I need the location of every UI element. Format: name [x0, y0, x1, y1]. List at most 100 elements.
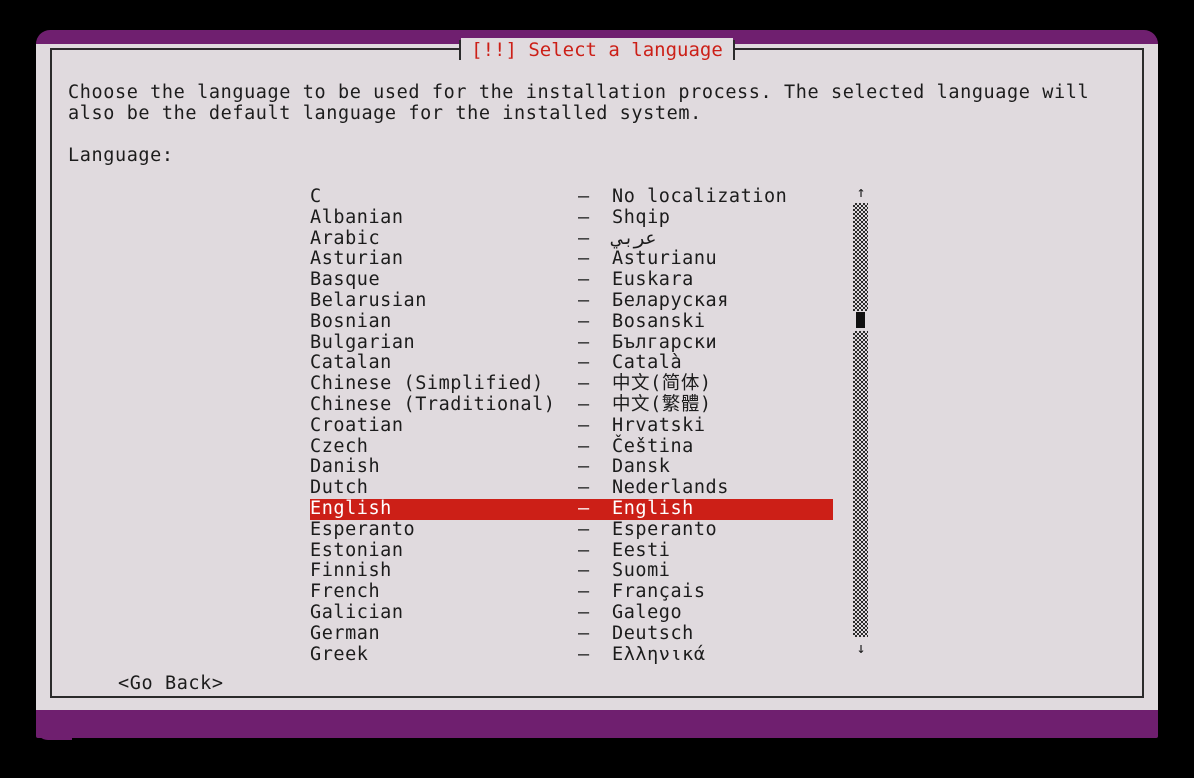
language-separator: –: [578, 373, 590, 395]
language-separator: –: [578, 414, 590, 436]
language-native-name: Български: [612, 331, 718, 353]
language-separator: –: [578, 206, 590, 228]
scrollbar-thumb[interactable]: [856, 312, 865, 328]
language-name: French: [310, 581, 381, 603]
language-native-name: No localization: [612, 186, 788, 207]
language-list-item[interactable]: Basque – Euskara: [310, 269, 870, 291]
language-name: English: [310, 497, 392, 519]
language-separator: –: [578, 227, 590, 249]
language-native-name: Deutsch: [612, 622, 694, 644]
language-separator: –: [578, 456, 590, 478]
scroll-up-arrow-icon[interactable]: ↑: [854, 185, 868, 200]
language-separator: –: [578, 435, 590, 457]
language-separator: –: [578, 477, 590, 499]
language-separator: –: [578, 581, 590, 603]
language-separator: –: [578, 248, 590, 270]
language-separator: –: [578, 310, 590, 332]
language-native-name: English: [612, 497, 694, 519]
scrollbar-track-lower[interactable]: [853, 331, 868, 637]
language-list-item[interactable]: Galician – Galego: [310, 601, 870, 624]
language-native-name: Беларуская: [612, 289, 729, 311]
language-separator: –: [578, 393, 590, 415]
language-separator: –: [578, 331, 590, 353]
language-name: Bosnian: [310, 310, 392, 332]
language-name: Greek: [310, 643, 369, 665]
language-name: Chinese (Simplified): [310, 373, 544, 395]
language-list-item[interactable]: Arabic – عربي: [310, 227, 870, 250]
language-name: Basque: [310, 269, 381, 291]
language-native-name: Eesti: [612, 539, 671, 561]
language-list-item[interactable]: Chinese (Traditional) – 中文(繁體): [310, 393, 870, 416]
language-list-item[interactable]: Esperanto – Esperanto: [310, 518, 870, 541]
language-native-name: 中文(繁體): [612, 393, 712, 415]
language-native-name: Suomi: [612, 560, 671, 582]
scrollbar-track-upper[interactable]: [853, 203, 868, 311]
language-list-item[interactable]: Bulgarian – Български: [310, 331, 870, 354]
language-separator: –: [578, 186, 590, 207]
language-list[interactable]: C – No localization Albanian – Shqip Arabic – عر…: [310, 186, 870, 666]
language-separator: –: [578, 539, 590, 561]
language-native-name: Hrvatski: [612, 414, 706, 436]
language-list-item[interactable]: Albanian – Shqip: [310, 206, 870, 229]
language-separator: –: [578, 560, 590, 582]
language-name: Finnish: [310, 560, 392, 582]
language-separator: –: [578, 289, 590, 311]
language-name: Czech: [310, 435, 369, 457]
language-native-name: Asturianu: [612, 248, 718, 270]
language-list-item[interactable]: Croatian – Hrvatski: [310, 414, 870, 437]
language-name: C: [310, 186, 322, 207]
language-native-name: Bosanski: [612, 310, 706, 332]
language-list-item[interactable]: German – Deutsch: [310, 622, 870, 645]
language-name: Asturian: [310, 248, 404, 270]
language-list-item[interactable]: English – English: [310, 497, 833, 520]
language-list-item[interactable]: Greek – Ελληνικά: [310, 643, 870, 666]
list-scrollbar[interactable]: ↑ ↓: [853, 185, 869, 656]
language-list-item[interactable]: Dutch – Nederlands: [310, 477, 870, 499]
language-name: Croatian: [310, 414, 404, 436]
go-back-button[interactable]: <Go Back>: [118, 673, 224, 695]
language-separator: –: [578, 643, 590, 665]
language-name: Catalan: [310, 352, 392, 374]
language-list-item[interactable]: Belarusian – Беларуская: [310, 289, 870, 312]
language-native-name: عربي: [612, 227, 657, 249]
language-separator: –: [578, 497, 590, 519]
language-name: German: [310, 622, 381, 644]
language-list-item[interactable]: Catalan – Català: [310, 353, 870, 374]
language-native-name: Esperanto: [612, 518, 718, 540]
language-native-name: Čeština: [612, 435, 694, 457]
language-separator: –: [578, 352, 590, 374]
language-name: Esperanto: [310, 518, 416, 540]
scroll-down-arrow-icon[interactable]: ↓: [854, 641, 868, 656]
language-list-item[interactable]: Danish – Dansk: [310, 457, 870, 478]
language-list-item[interactable]: Finnish – Suomi: [310, 561, 870, 582]
intro-text-line-1: Choose the language to be used for the i…: [68, 82, 1090, 103]
language-list-item[interactable]: Czech – Čeština: [310, 435, 870, 458]
language-field-label: Language:: [68, 145, 174, 166]
language-native-name: Nederlands: [612, 477, 729, 499]
language-separator: –: [578, 601, 590, 623]
language-list-item[interactable]: Asturian – Asturianu: [310, 249, 870, 270]
language-name: Dutch: [310, 477, 369, 499]
language-native-name: Català: [612, 352, 683, 374]
language-name: Albanian: [310, 206, 404, 228]
language-name: Danish: [310, 456, 381, 478]
dialog-content: Choose the language to be used for the i…: [68, 82, 1130, 166]
language-name: Bulgarian: [310, 331, 416, 353]
language-list-item[interactable]: Bosnian – Bosanski: [310, 310, 870, 333]
language-native-name: Euskara: [612, 269, 694, 291]
language-native-name: Dansk: [612, 456, 671, 478]
language-list-item[interactable]: C – No localization: [310, 186, 870, 208]
language-name: Arabic: [310, 227, 381, 249]
language-separator: –: [578, 518, 590, 540]
language-native-name: 中文(简体): [612, 373, 712, 395]
language-native-name: Galego: [612, 601, 683, 623]
page-title: [!!] Select a language: [461, 38, 733, 62]
language-separator: –: [578, 269, 590, 291]
language-list-item[interactable]: French – Français: [310, 581, 870, 603]
language-list-item[interactable]: Chinese (Simplified) – 中文(简体): [310, 373, 870, 395]
language-name: Chinese (Traditional): [310, 393, 556, 415]
language-native-name: Shqip: [612, 206, 671, 228]
language-list-item[interactable]: Estonian – Eesti: [310, 539, 870, 562]
language-separator: –: [578, 622, 590, 644]
intro-text-line-2: also be the default language for the ins…: [68, 103, 702, 124]
